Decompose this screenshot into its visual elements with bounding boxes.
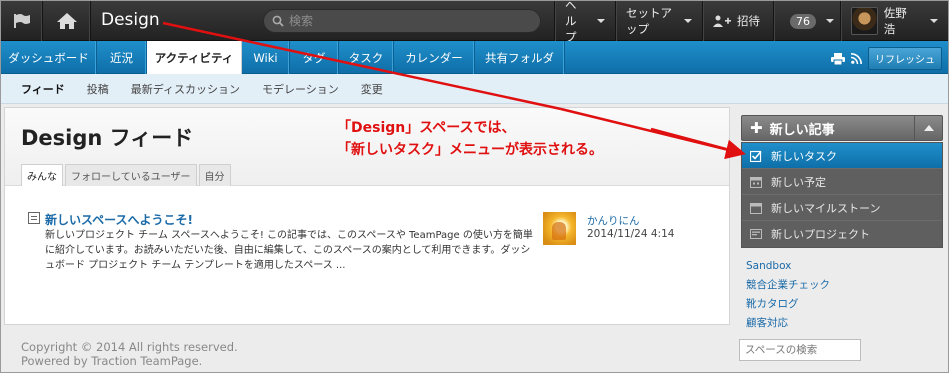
feed-filter-tabs: みんな フォローしているユーザー 自分: [21, 164, 233, 186]
space-link[interactable]: Sandbox: [746, 257, 830, 276]
print-icon[interactable]: [831, 52, 845, 65]
post-excerpt: 新しいプロジェクト チーム スペースへようこそ! この記事では、このスペースや …: [45, 230, 533, 271]
project-icon: [750, 229, 762, 239]
tab-tasks[interactable]: タスク: [339, 41, 394, 74]
notification-count-badge: 76: [790, 13, 816, 29]
plus-icon: ✚: [750, 119, 763, 137]
refresh-button[interactable]: リフレッシュ: [868, 47, 942, 70]
help-menu[interactable]: ヘルプ: [554, 1, 615, 44]
menu-item-label: 新しいマイルストーン: [771, 201, 881, 215]
activity-subnav: フィード 投稿 最新ディスカッション モデレーション 変更: [1, 74, 948, 104]
menu-item-new-event[interactable]: 新しい予定: [742, 169, 942, 195]
setup-menu-label: セットアップ: [626, 6, 672, 36]
home-button[interactable]: [43, 1, 91, 41]
feed-tab-me[interactable]: 自分: [198, 164, 231, 186]
global-search-input[interactable]: [289, 14, 529, 28]
help-menu-label: ヘルプ: [565, 0, 577, 44]
subnav-item-feed[interactable]: フィード: [21, 81, 65, 97]
user-name: 佐野 浩: [883, 6, 907, 36]
tab-recent[interactable]: 近況: [97, 41, 147, 74]
annotation-callout: 「Design」スペースでは、 「新しいタスク」メニューが表示される。: [337, 117, 603, 161]
space-link[interactable]: 顧客対応: [746, 314, 830, 333]
space-nav: ダッシュボード 近況 アクティビティ Wiki タグ タスク カレンダー 共有フ…: [1, 41, 948, 75]
menu-item-label: 新しい予定: [771, 175, 826, 189]
tab-shared-folder[interactable]: 共有フォルダ: [475, 41, 565, 74]
chevron-down-icon: [684, 19, 692, 23]
chevron-down-icon: [597, 19, 605, 23]
subnav-item-latest-discussions[interactable]: 最新ディスカッション: [131, 81, 240, 97]
powered-by-text: Powered by Traction TeamPage.: [21, 354, 203, 368]
chevron-down-icon: [930, 19, 938, 23]
home-icon: [56, 13, 77, 29]
post-date: 2014/11/24 4:14: [587, 228, 675, 240]
article-icon: [28, 212, 40, 224]
subnav-item-changes[interactable]: 変更: [361, 81, 383, 97]
menu-item-new-project[interactable]: 新しいプロジェクト: [742, 221, 942, 247]
chevron-down-icon: [826, 19, 834, 23]
calendar-icon: [750, 176, 762, 188]
nav-tools: リフレッシュ: [831, 47, 942, 70]
rss-icon[interactable]: [851, 53, 862, 64]
author-avatar[interactable]: [543, 212, 576, 245]
flag-button[interactable]: [1, 1, 43, 41]
space-link[interactable]: 靴カタログ: [746, 295, 830, 314]
annotation-line-2: 「新しいタスク」メニューが表示される。: [337, 142, 603, 158]
new-article-button[interactable]: ✚ 新しい記事: [742, 116, 915, 140]
checkbox-icon: [750, 150, 762, 162]
new-article-toggle[interactable]: [915, 116, 942, 140]
invite-button[interactable]: 招待: [702, 1, 773, 41]
user-menu[interactable]: 佐野 浩: [840, 1, 948, 41]
subnav-item-moderation[interactable]: モデレーション: [262, 81, 339, 97]
tab-tags[interactable]: タグ: [290, 41, 339, 74]
user-avatar: [851, 7, 878, 35]
space-link[interactable]: 競合企業チェック: [746, 276, 830, 295]
tab-wiki[interactable]: Wiki: [242, 41, 290, 74]
calendar-icon: [750, 202, 762, 214]
top-bar: Design ヘルプ セットアップ 招待: [1, 1, 948, 44]
space-links: Sandbox 競合企業チェック 靴カタログ 顧客対応: [746, 257, 830, 333]
subnav-item-posts[interactable]: 投稿: [87, 81, 109, 97]
feed-tab-following[interactable]: フォローしているユーザー: [65, 164, 197, 186]
feed-tab-everyone[interactable]: みんな: [21, 164, 63, 186]
add-user-icon: [713, 15, 731, 27]
setup-menu[interactable]: セットアップ: [615, 1, 702, 41]
invite-label: 招待: [737, 14, 760, 28]
new-article-menu: 新しいタスク 新しい予定 新しいマイルストーン 新しいプロジェクト: [741, 142, 943, 248]
post-title-link[interactable]: 新しいスペースへようこそ!: [45, 211, 193, 228]
annotation-line-1: 「Design」スペースでは、: [337, 120, 516, 136]
space-search-input[interactable]: [739, 339, 861, 361]
notifications-menu[interactable]: 76: [773, 1, 840, 41]
author-link[interactable]: かんりにん: [587, 213, 640, 228]
copyright-text: Copyright © 2014 All rights reserved.: [21, 340, 238, 354]
page-title: Design フィード: [21, 126, 194, 150]
tab-dashboard[interactable]: ダッシュボード: [1, 41, 97, 74]
footer: Copyright © 2014 All rights reserved. Po…: [21, 340, 238, 368]
global-search[interactable]: [263, 9, 541, 33]
flag-icon: [13, 14, 30, 28]
tab-calendar[interactable]: カレンダー: [394, 41, 475, 74]
tab-activity[interactable]: アクティビティ: [147, 41, 242, 75]
menu-item-new-milestone[interactable]: 新しいマイルストーン: [742, 195, 942, 221]
search-icon: [272, 15, 284, 27]
new-article-label: 新しい記事: [769, 122, 835, 138]
app-window: Design ヘルプ セットアップ 招待: [0, 0, 949, 373]
menu-item-new-task[interactable]: 新しいタスク: [742, 143, 942, 169]
space-title[interactable]: Design: [101, 10, 160, 30]
chevron-up-icon: [923, 125, 934, 131]
menu-item-label: 新しいプロジェクト: [771, 228, 870, 241]
new-article-button-group: ✚ 新しい記事: [741, 115, 943, 141]
menu-item-label: 新しいタスク: [771, 149, 837, 163]
